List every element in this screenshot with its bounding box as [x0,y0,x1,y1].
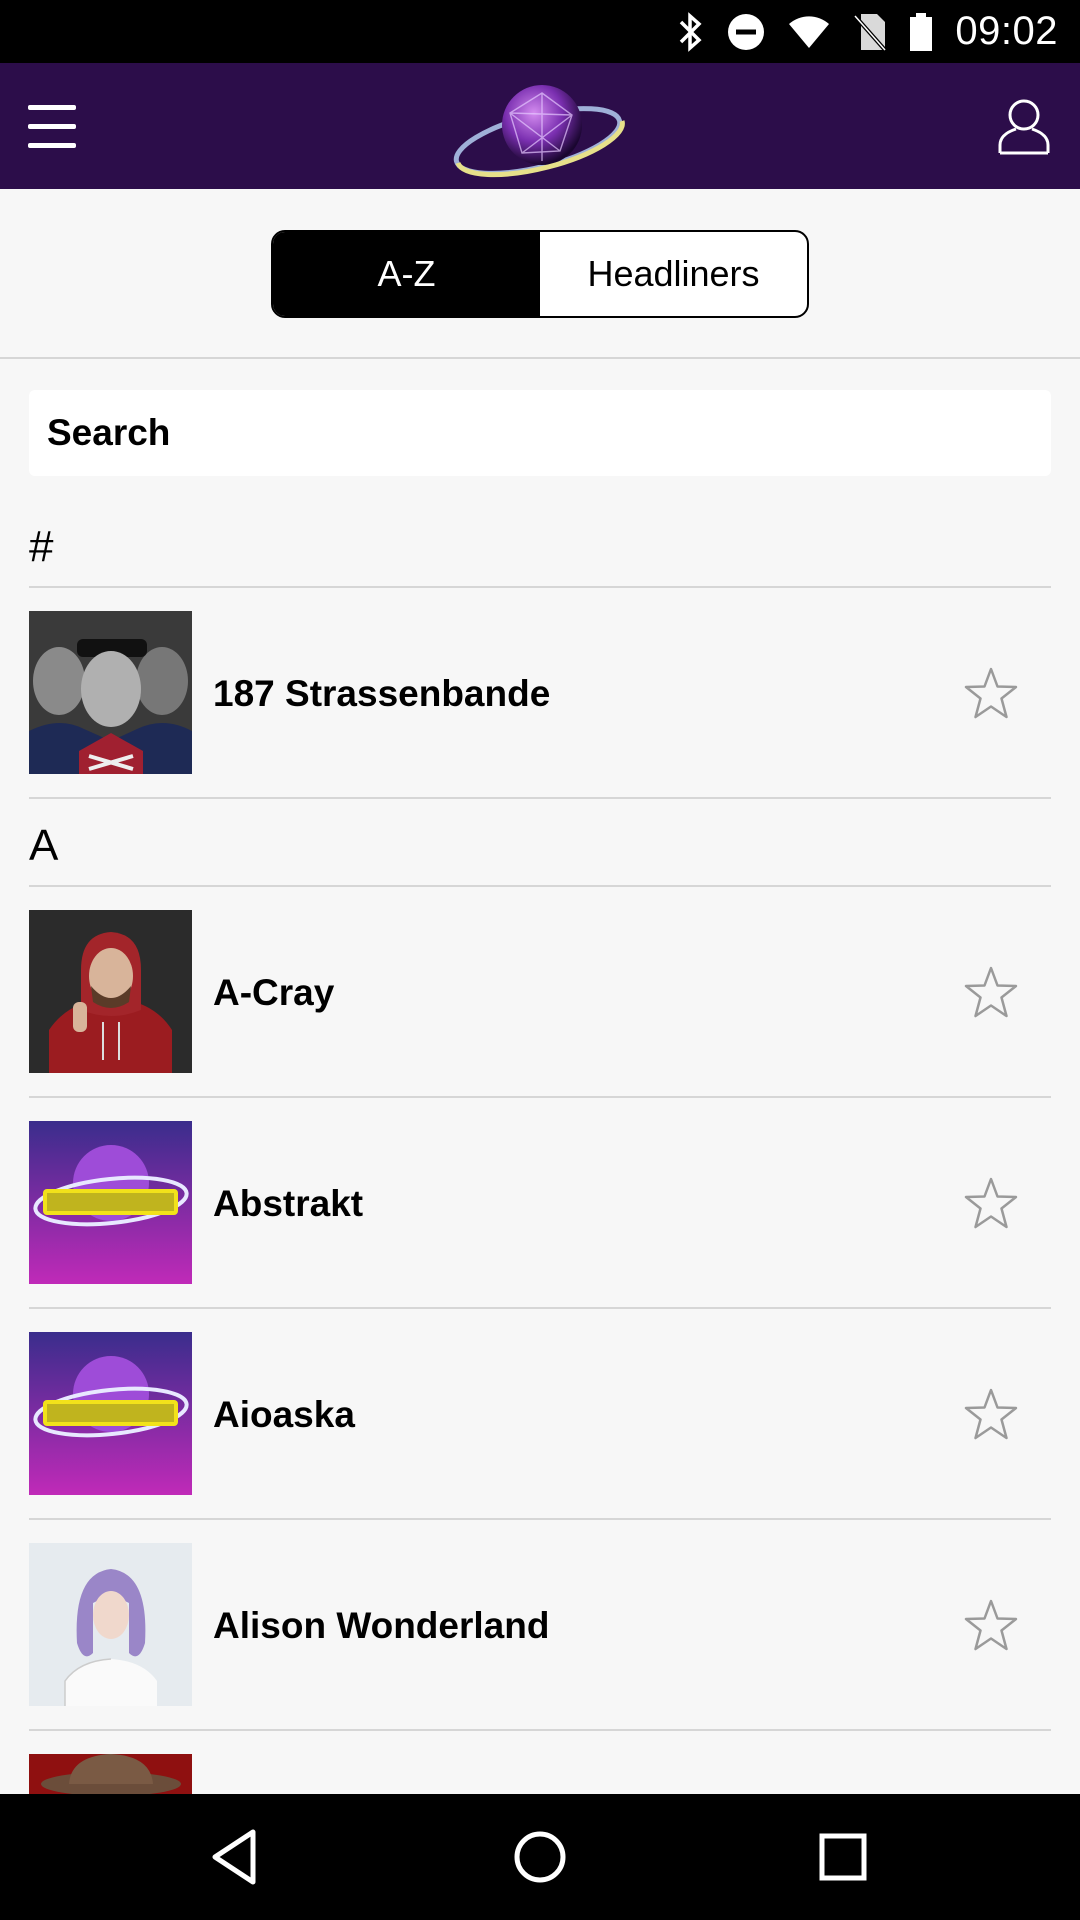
artist-row[interactable]: 187 Strassenbande [29,588,1051,799]
home-icon[interactable] [507,1824,573,1890]
wifi-icon [789,15,830,48]
favorite-star-icon[interactable] [963,1176,1019,1232]
artist-thumbnail [29,611,192,774]
favorite-star-icon[interactable] [963,1387,1019,1443]
status-time: 09:02 [955,9,1058,53]
artist-thumbnail [29,1332,192,1495]
tab-bar: A-Z Headliners [0,189,1080,359]
back-icon[interactable] [203,1824,269,1890]
section-header-label: # [29,522,54,571]
section-header: # [29,500,1051,588]
artist-name: 187 Strassenbande [213,672,551,714]
segmented-control: A-Z Headliners [271,230,809,318]
app-header [0,63,1080,189]
section-header-label: A [29,821,59,870]
artist-row[interactable]: A-Cray [29,887,1051,1098]
artist-row[interactable]: Abstrakt [29,1098,1051,1309]
system-nav-bar [0,1794,1080,1920]
status-icons: 09:02 [677,0,1058,63]
favorite-star-icon[interactable] [963,965,1019,1021]
battery-icon [910,12,933,51]
artist-list: # 187 Strassenbande A A-Cray Abstrakt Ai… [0,500,1080,1920]
section-header: A [29,799,1051,887]
artist-thumbnail [29,1121,192,1284]
search-input[interactable] [29,390,1051,476]
artist-row[interactable]: Alison Wonderland [29,1520,1051,1731]
tab-a-z[interactable]: A-Z [273,232,540,316]
artist-name: A-Cray [213,971,335,1013]
status-bar: 09:02 [0,0,1080,63]
artist-thumbnail [29,910,192,1073]
do-not-disturb-icon [728,13,765,50]
planet-logo [453,85,625,178]
artist-name: Aioaska [213,1393,355,1435]
artist-row[interactable]: Aioaska [29,1309,1051,1520]
favorite-star-icon[interactable] [963,1598,1019,1654]
user-profile-icon[interactable] [996,97,1052,157]
no-sim-icon [853,13,887,51]
tab-headliners[interactable]: Headliners [540,232,807,316]
artist-name: Abstrakt [213,1182,364,1224]
artist-name: Alison Wonderland [213,1604,550,1646]
bluetooth-icon [680,11,702,52]
hamburger-menu-icon[interactable] [28,93,88,159]
favorite-star-icon[interactable] [963,666,1019,722]
artist-thumbnail [29,1543,192,1706]
recents-icon[interactable] [810,1824,876,1890]
